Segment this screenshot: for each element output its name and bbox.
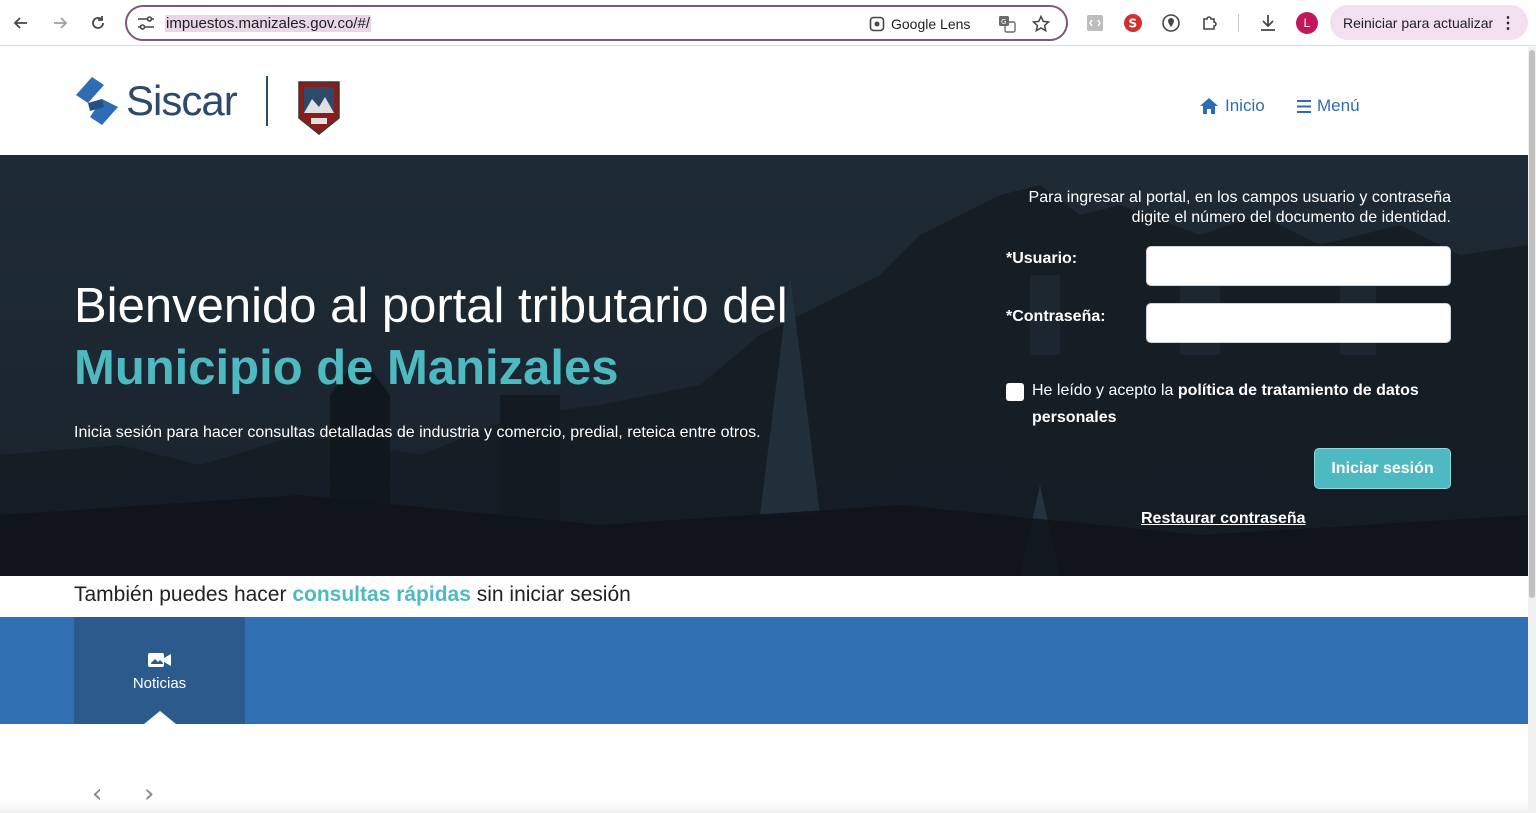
tab-active-caret	[144, 711, 176, 724]
toolbar-divider	[1238, 14, 1239, 32]
user-input[interactable]	[1146, 246, 1451, 286]
nav-inicio[interactable]: Inicio	[1199, 96, 1265, 116]
hero-subtitle: Inicia sesión para hacer consultas detal…	[74, 424, 761, 441]
hero-title-accent: Municipio de Manizales	[74, 341, 619, 395]
svg-text:G: G	[1001, 18, 1006, 26]
site-settings-icon[interactable]	[137, 15, 155, 31]
bookmark-star-icon[interactable]	[1031, 14, 1051, 34]
location-extension-icon[interactable]	[1160, 12, 1182, 34]
lens-icon	[869, 16, 885, 32]
siscar-logo-icon	[76, 77, 118, 125]
google-lens-button[interactable]: Google Lens	[869, 13, 970, 35]
password-label: *Contraseña:	[1006, 308, 1106, 325]
brand-name: Siscar	[126, 77, 238, 124]
extensions-puzzle-icon[interactable]	[1199, 12, 1221, 34]
user-label: *Usuario:	[1006, 250, 1078, 267]
login-instructions: Para ingresar al portal, en los campos u…	[1028, 189, 1451, 226]
forward-icon[interactable]	[47, 10, 73, 36]
back-icon[interactable]	[8, 10, 34, 36]
download-icon[interactable]	[1257, 12, 1279, 34]
home-icon	[1200, 98, 1218, 114]
video-camera-icon	[148, 653, 171, 667]
brand-divider	[266, 76, 268, 126]
privacy-consent-text: He leído y acepto la política de tratami…	[1032, 382, 1419, 426]
address-bar[interactable]: impuestos.manizales.gov.co/#/ Google Len…	[125, 5, 1068, 41]
profile-avatar[interactable]: L	[1296, 12, 1318, 34]
hero-title: Bienvenido al portal tributario del Muni…	[74, 275, 788, 399]
nav-menu[interactable]: Menú	[1297, 96, 1360, 116]
more-options-icon[interactable]: ⋮	[1500, 13, 1516, 33]
site-header: Siscar Inicio Menú	[0, 47, 1528, 155]
devtools-extension-icon[interactable]	[1084, 12, 1106, 34]
tab-noticias-label: Noticias	[132, 675, 187, 692]
page-scrollbar-thumb[interactable]	[1529, 50, 1535, 598]
manizales-coat-of-arms-icon	[298, 81, 340, 135]
hamburger-icon	[1297, 99, 1311, 113]
password-input[interactable]	[1146, 303, 1451, 343]
svg-text:S: S	[1129, 17, 1138, 31]
quick-queries-heading: También puedes hacer consultas rápidas s…	[74, 583, 631, 606]
reload-icon[interactable]	[85, 10, 111, 36]
hero-section: Bienvenido al portal tributario del Muni…	[0, 155, 1528, 576]
red-s-extension-icon[interactable]: S	[1122, 12, 1144, 34]
tab-noticias[interactable]: Noticias	[74, 617, 245, 724]
translate-icon[interactable]: G	[997, 14, 1017, 34]
content-shadow	[0, 800, 1528, 813]
restore-password-link[interactable]: Restaurar contraseña	[1141, 510, 1306, 528]
login-button[interactable]: Iniciar sesión	[1314, 448, 1451, 489]
quick-queries-accent: consultas rápidas	[292, 583, 471, 606]
privacy-consent-checkbox[interactable]	[1006, 383, 1024, 401]
url-text[interactable]: impuestos.manizales.gov.co/#/	[165, 15, 371, 32]
browser-toolbar: impuestos.manizales.gov.co/#/ Google Len…	[0, 0, 1536, 46]
restart-update-button[interactable]: Reiniciar para actualizar ⋮	[1330, 5, 1528, 40]
